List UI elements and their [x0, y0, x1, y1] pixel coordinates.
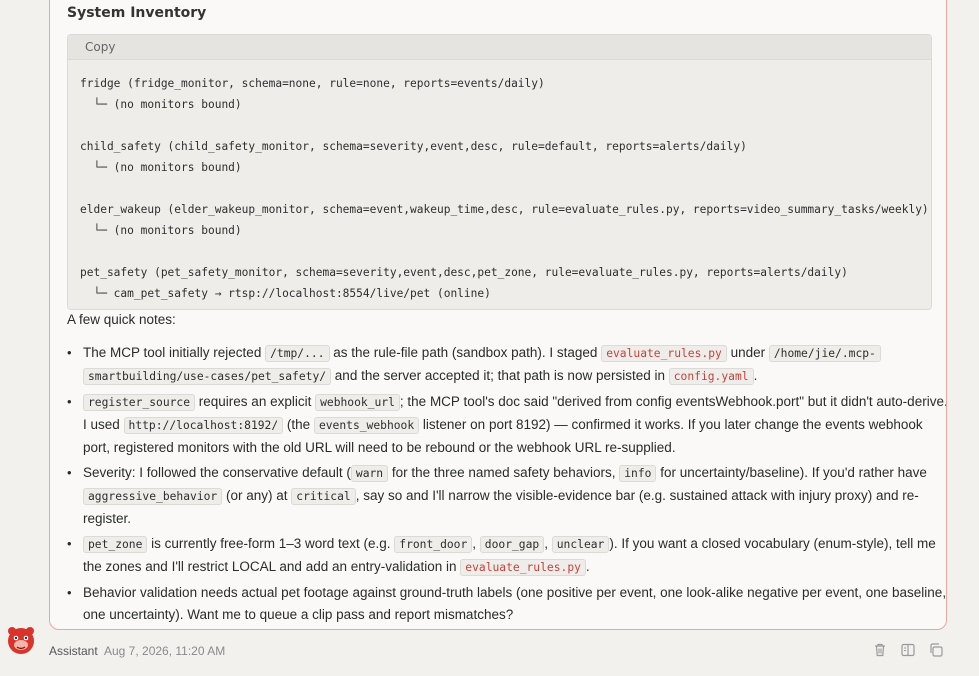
note-text: requires an explicit	[195, 394, 316, 409]
code-line: └─ cam_pet_safety → rtsp://localhost:855…	[80, 287, 491, 300]
inline-code: smartbuilding/use-cases/pet_safety/	[83, 368, 332, 385]
inline-code: webhook_url	[315, 394, 400, 411]
code-line: └─ (no monitors bound)	[80, 98, 242, 111]
note-text: for the three named safety behaviors,	[388, 465, 620, 480]
note-text: ,	[544, 536, 552, 551]
note-text: under	[726, 345, 769, 360]
list-item: Behavior validation needs actual pet foo…	[67, 582, 947, 626]
note-text: The MCP tool initially rejected	[83, 345, 266, 360]
inline-code: /home/jie/.mcp-	[768, 345, 881, 362]
code-block: Copy fridge (fridge_monitor, schema=none…	[67, 34, 932, 310]
list-item: register_source requires an explicit web…	[67, 391, 946, 459]
note-text: is currently free-form 1–3 word text (e.…	[147, 536, 395, 551]
inline-code: info	[619, 465, 657, 482]
list-item: Severity: I followed the conservative de…	[67, 462, 946, 530]
inline-code: register_source	[83, 394, 196, 411]
code-line: └─ (no monitors bound)	[80, 224, 242, 237]
message-actions	[872, 642, 944, 658]
inline-code: evaluate_rules.py	[601, 345, 727, 362]
note-text: (or any) at	[222, 488, 292, 503]
note-text: .	[585, 559, 590, 574]
copy-icon[interactable]	[928, 642, 944, 658]
code-line: pet_safety (pet_safety_monitor, schema=s…	[80, 266, 848, 279]
code-line: └─ (no monitors bound)	[80, 161, 242, 174]
inline-code: events_webhook	[313, 417, 420, 434]
code-line: fridge (fridge_monitor, schema=none, rul…	[80, 77, 545, 90]
assistant-message: System Inventory Copy fridge (fridge_mon…	[49, 0, 947, 630]
inline-code: /tmp/...	[265, 345, 330, 362]
split-view-icon[interactable]	[900, 642, 916, 658]
code-body: fridge (fridge_monitor, schema=none, rul…	[68, 60, 931, 304]
inline-code: critical	[291, 488, 356, 505]
inline-code: door_gap	[479, 536, 545, 553]
note-text: Behavior validation needs actual pet foo…	[83, 585, 947, 622]
note-text: (the	[283, 417, 314, 432]
list-item: The MCP tool initially rejected /tmp/...…	[67, 342, 946, 388]
inline-code: pet_zone	[83, 536, 148, 553]
inline-code: evaluate_rules.py	[460, 559, 586, 576]
note-text: and the server accepted it; that path is…	[331, 368, 669, 383]
inline-code: warn	[350, 465, 389, 482]
assistant-avatar	[8, 627, 34, 654]
code-header: Copy	[68, 35, 931, 60]
trash-icon[interactable]	[872, 642, 888, 658]
note-text: as the rule-file path (sandbox path). I …	[329, 345, 602, 360]
code-line: elder_wakeup (elder_wakeup_monitor, sche…	[80, 203, 929, 216]
list-item: pet_zone is currently free-form 1–3 word…	[67, 533, 946, 579]
inline-code: front_door	[394, 536, 473, 553]
section-title: System Inventory	[67, 5, 207, 21]
inline-code: unclear	[551, 536, 610, 553]
message-timestamp: Aug 7, 2026, 11:20 AM	[104, 644, 226, 658]
notes-intro: A few quick notes:	[67, 312, 176, 327]
author-name: Assistant	[49, 644, 98, 658]
inline-code: config.yaml	[668, 368, 754, 385]
inline-code: aggressive_behavior	[83, 488, 223, 505]
note-text: for uncertainty/baseline). If you'd rath…	[656, 465, 927, 480]
copy-code-button[interactable]: Copy	[85, 40, 115, 54]
note-text: .	[753, 368, 758, 383]
note-text: Severity: I followed the conservative de…	[83, 465, 351, 480]
message-footer: Assistant Aug 7, 2026, 11:20 AM	[0, 622, 979, 676]
inline-code: http://localhost:8192/	[123, 417, 284, 434]
notes-list: The MCP tool initially rejected /tmp/...…	[65, 342, 947, 629]
note-text: ,	[472, 536, 480, 551]
code-line: child_safety (child_safety_monitor, sche…	[80, 140, 747, 153]
